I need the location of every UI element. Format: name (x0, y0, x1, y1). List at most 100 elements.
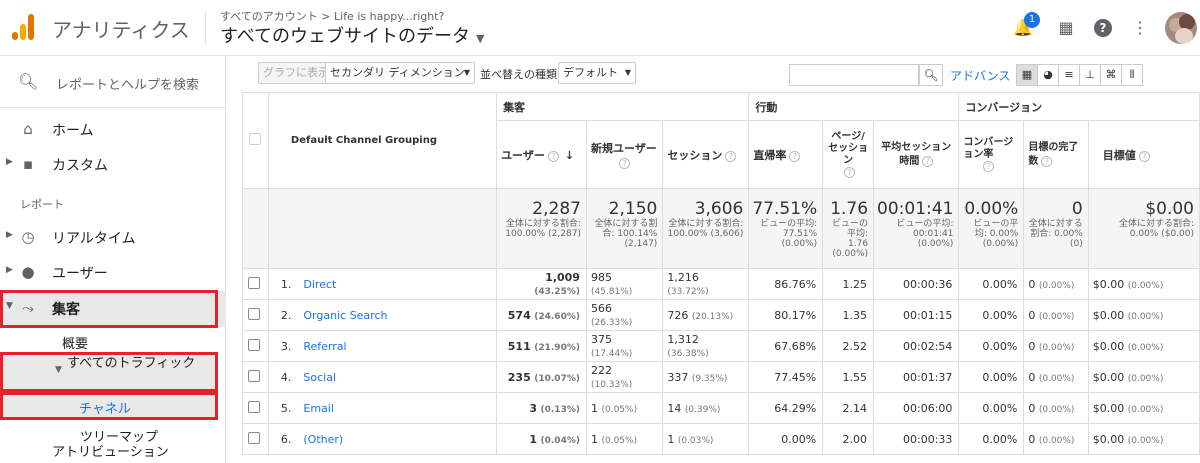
cell-avg-session: 00:00:33 (873, 423, 960, 455)
total-goal-value: $0.00 全体に対する割合: 0.00% ($0.00) (1087, 188, 1200, 269)
row-checkbox[interactable] (248, 431, 261, 444)
cell-value: $0.00 (1092, 432, 1125, 446)
row-checkbox[interactable] (248, 276, 261, 289)
help-icon[interactable]: ? (1094, 19, 1112, 37)
cell-new-users: 1 (0.05%) (585, 423, 664, 455)
cell-users: 235 (10.07%) (496, 361, 587, 393)
sidebar-item-realtime[interactable]: ▶ ◷ リアルタイム (0, 220, 226, 254)
cell-value: $0.00 (1092, 370, 1125, 384)
col-header-new-users[interactable]: 新規ユーザー? (585, 120, 664, 189)
group-header-behavior: 行動 (748, 92, 960, 121)
cell-value: 1 (590, 432, 598, 446)
select-all-checkbox[interactable] (249, 133, 262, 145)
sidebar-search[interactable]: 🔍︎ レポートとヘルプを検索 (0, 56, 226, 108)
help-icon[interactable]: ? (789, 150, 801, 162)
help-icon[interactable]: ? (922, 155, 934, 167)
sidebar-item-overview[interactable]: 概要 (62, 333, 88, 352)
table-search-input[interactable] (789, 64, 919, 86)
cell-sessions: 337 (9.35%) (662, 361, 750, 393)
avatar[interactable] (1165, 12, 1197, 44)
help-icon[interactable]: ? (1041, 155, 1053, 167)
cell-avg-session: 00:02:54 (873, 330, 960, 362)
cell-value: 00:06:00 (903, 401, 953, 415)
sort-arrow-icon: ↓ (564, 148, 575, 162)
cell-value: $0.00 (1092, 277, 1125, 291)
col-header-sessions[interactable]: セッション? (662, 120, 750, 189)
sidebar-item-users[interactable]: ▶ ● ユーザー (0, 255, 226, 289)
cell-conversion-rate: 0.00% (958, 330, 1025, 362)
totals-row: 2,287 全体に対する割合: 100.00% (2,287) 2,150 全体に対… (242, 188, 1200, 269)
total-pages-session: 1.76 ビューの平均: 1.76 (0.00%) (822, 188, 875, 269)
help-icon[interactable]: ? (1138, 150, 1150, 162)
channel-link[interactable]: (Other) (303, 433, 343, 446)
cell-value: 375 (590, 333, 612, 346)
cell-value: 0 (1028, 339, 1036, 353)
cell-pct: (20.13%) (691, 311, 734, 322)
cell-value: 2.52 (842, 339, 868, 353)
analytics-logo[interactable] (12, 14, 34, 40)
cell-goal-value: $0.00 (0.00%) (1087, 268, 1200, 300)
cell-pages-session: 1.25 (822, 268, 875, 300)
sidebar-item-custom[interactable]: ▶ ▪ カスタム (0, 147, 226, 181)
row-checkbox[interactable] (248, 400, 261, 413)
row-checkbox[interactable] (248, 338, 261, 351)
advanced-filter-link[interactable]: アドバンス (950, 67, 1010, 84)
col-header-bounce-rate[interactable]: 直帰率? (748, 120, 824, 189)
cell-users: 574 (24.60%) (496, 299, 587, 331)
apps-grid-icon[interactable]: ▦ (1056, 18, 1076, 38)
cell-users: 1,009 (43.25%) (496, 268, 587, 300)
col-label: 目標値 (1102, 148, 1136, 162)
help-icon[interactable]: ? (618, 158, 630, 169)
plot-rows-button[interactable]: グラフに表示 (258, 62, 334, 84)
row-select-cell (242, 268, 269, 300)
secondary-dimension-dropdown[interactable]: セカンダリ ディメンション ▼ (325, 62, 475, 84)
col-header-users[interactable]: ユーザー? ↓ (496, 120, 587, 189)
term-cloud-view-icon[interactable]: ⌘ (1100, 64, 1122, 86)
sort-type-dropdown[interactable]: デフォルト ▼ (558, 62, 636, 84)
cell-value: 1.25 (842, 277, 868, 291)
help-icon[interactable]: ? (983, 160, 995, 172)
help-icon[interactable]: ? (547, 150, 559, 162)
cell-new-users: 1 (0.05%) (585, 392, 664, 424)
table-view-icon[interactable]: ▦ (1016, 64, 1038, 86)
row-select-cell (242, 299, 269, 331)
more-vert-icon[interactable]: ⋮ (1130, 18, 1150, 38)
help-icon[interactable]: ? (844, 166, 856, 178)
sidebar-item-home[interactable]: ⌂ ホーム (0, 112, 226, 146)
performance-view-icon[interactable]: ≡ (1058, 64, 1080, 86)
total-sub: 全体に対する割合: 100.14% (2,147) (594, 219, 658, 249)
col-header-goal-completions[interactable]: 目標の完了数? (1023, 120, 1089, 189)
chevron-right-icon: ▶ (6, 230, 13, 240)
cell-pct: (33.72%) (667, 287, 709, 297)
search-icon: 🔍︎ (18, 72, 39, 91)
chevron-down-icon: ▼ (463, 68, 470, 77)
col-header-goal-value[interactable]: 目標値? (1087, 120, 1200, 189)
row-checkbox[interactable] (248, 307, 261, 320)
channel-link[interactable]: Referral (303, 340, 346, 353)
pie-view-icon[interactable]: ◕ (1037, 64, 1059, 86)
help-icon[interactable]: ? (725, 150, 737, 162)
col-header-pages-session[interactable]: ページ/セッション? (822, 120, 875, 189)
channel-link[interactable]: Email (303, 402, 334, 415)
cell-value: 00:01:37 (903, 370, 953, 384)
channel-link[interactable]: Direct (303, 278, 336, 291)
channel-link[interactable]: Social (303, 371, 336, 384)
highlight-box-acquisition (0, 290, 218, 328)
row-channel-cell: 2. Organic Search (267, 299, 498, 331)
pivot-view-icon[interactable]: ⦀ (1121, 64, 1143, 86)
col-header-avg-session[interactable]: 平均セッション時間? (873, 120, 960, 189)
row-checkbox[interactable] (248, 369, 261, 382)
col-header-conversion-rate[interactable]: コンバージョン率? (958, 120, 1025, 189)
search-icon[interactable]: 🔍︎ (919, 64, 943, 86)
cell-value: 0 (1028, 401, 1036, 415)
total-value: 0 (1071, 199, 1083, 219)
cell-pct: (0.00%) (1038, 311, 1075, 322)
dimension-header[interactable]: Default Channel Grouping (267, 92, 498, 189)
channel-link[interactable]: Organic Search (303, 309, 387, 322)
view-selector[interactable]: すべてのウェブサイトのデータ ▼ (220, 22, 485, 48)
comparison-view-icon[interactable]: ⊥ (1079, 64, 1101, 86)
cell-pct: (0.00%) (1038, 435, 1075, 446)
sidebar-item-attribution[interactable]: アトリビューション (52, 441, 169, 460)
report-table: Default Channel Grouping 集客 行動 コンバージョン ユ… (242, 92, 1200, 455)
cell-goal-completions: 0 (0.00%) (1023, 392, 1089, 424)
